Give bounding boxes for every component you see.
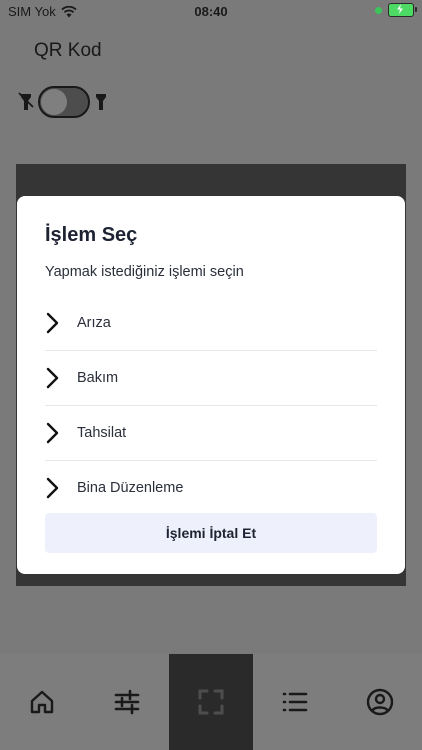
option-bina-duzenleme[interactable]: Bina Düzenleme: [45, 461, 377, 515]
chevron-right-icon: [45, 312, 77, 334]
option-label: Tahsilat: [77, 425, 127, 441]
chevron-right-icon: [45, 367, 77, 389]
status-bar: SIM Yok 08:40: [0, 0, 422, 24]
status-right: [375, 3, 417, 17]
battery-icon: [388, 3, 417, 17]
option-label: Bina Düzenleme: [77, 480, 184, 496]
cancel-operation-button[interactable]: İşlemi İptal Et: [45, 513, 377, 553]
clock: 08:40: [194, 4, 228, 19]
action-select-dialog: İşlem Seç Yapmak istediğiniz işlemi seçi…: [17, 196, 405, 574]
dialog-subtitle: Yapmak istediğiniz işlemi seçin: [45, 264, 244, 280]
chevron-right-icon: [45, 422, 77, 444]
camera-in-use-dot: [375, 6, 382, 14]
option-bakim[interactable]: Bakım: [45, 351, 377, 406]
dialog-title: İşlem Seç: [45, 224, 138, 246]
option-list: Arıza Bakım Tahsilat Bina Düzenleme: [45, 296, 377, 515]
option-label: Arıza: [77, 315, 111, 331]
chevron-right-icon: [45, 477, 77, 499]
option-tahsilat[interactable]: Tahsilat: [45, 406, 377, 461]
option-ariza[interactable]: Arıza: [45, 296, 377, 351]
option-label: Bakım: [77, 370, 119, 386]
